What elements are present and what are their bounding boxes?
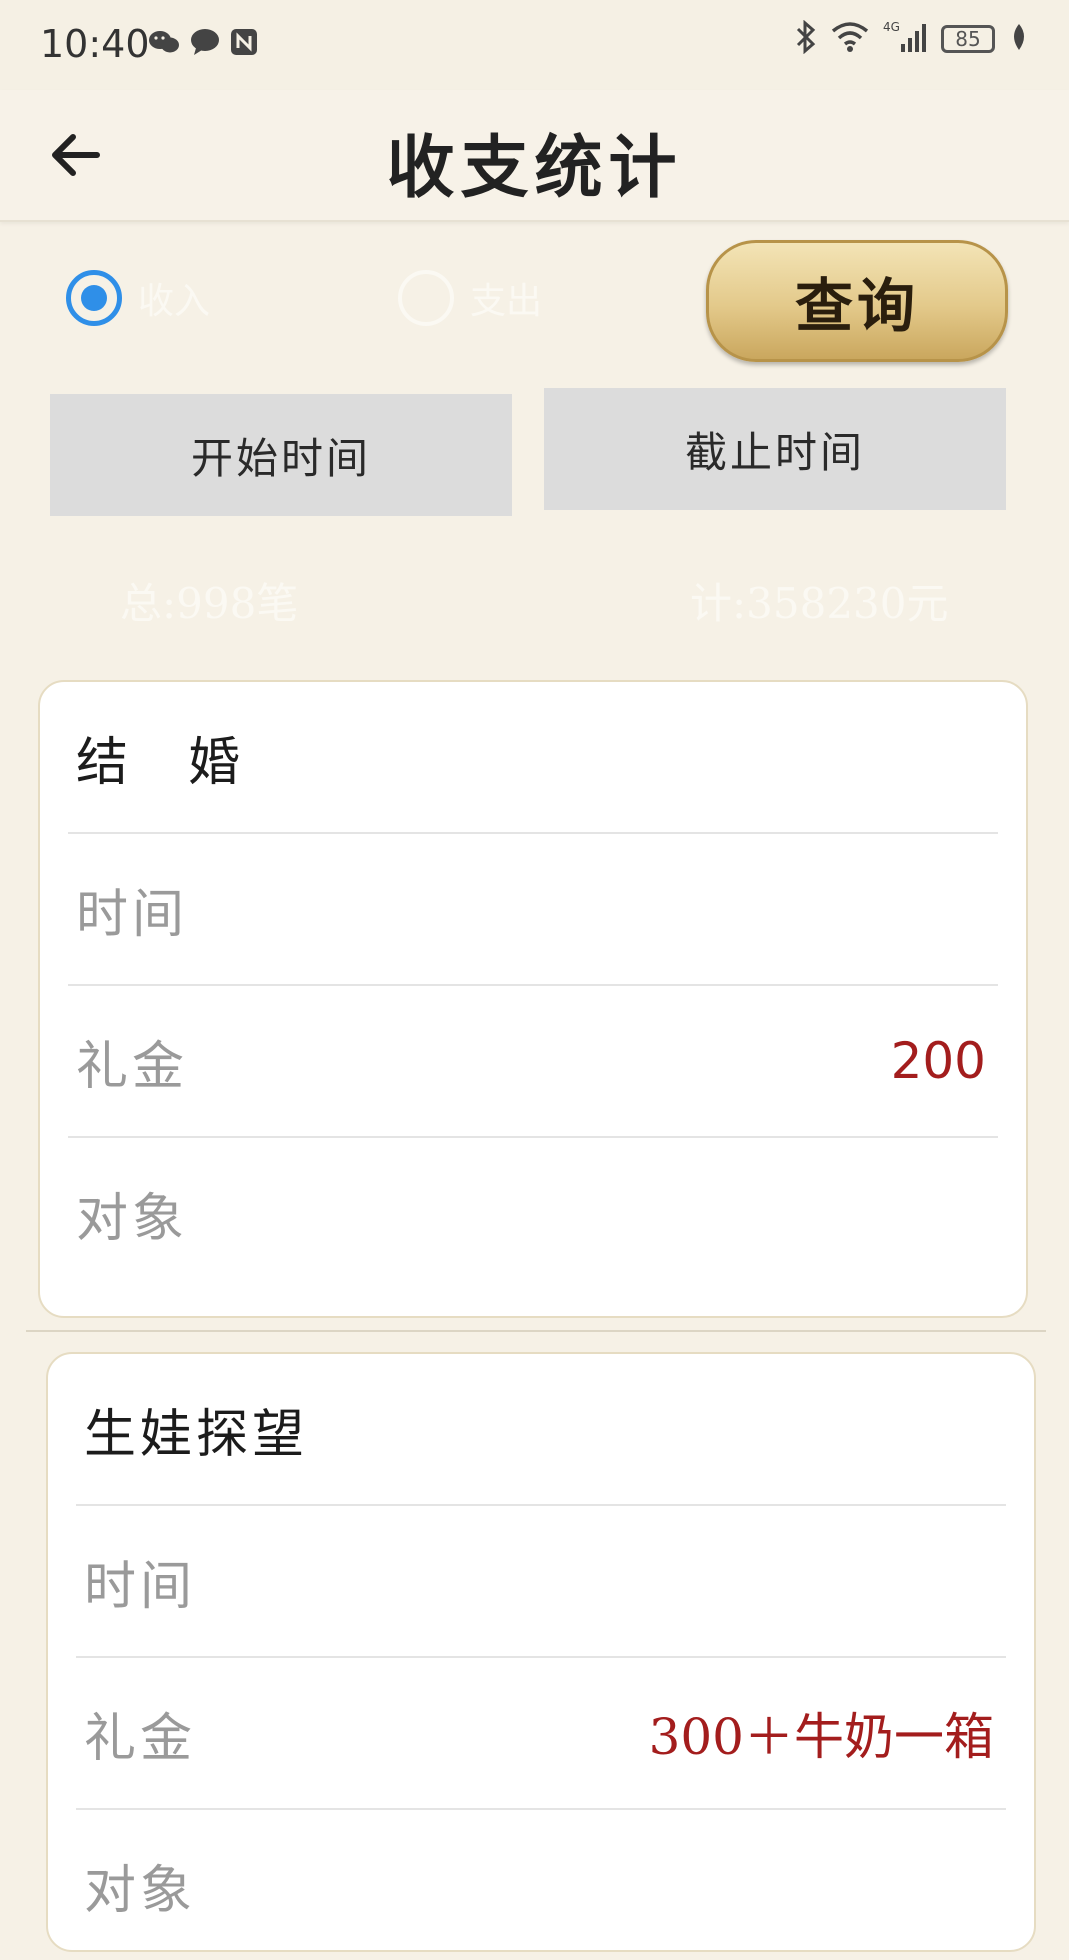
record-gift-row: 礼金 200 xyxy=(68,986,998,1138)
expense-radio[interactable]: 支出 xyxy=(398,270,542,326)
target-label: 对象 xyxy=(84,1860,197,1921)
gift-label: 礼金 xyxy=(76,1036,189,1097)
end-time-button[interactable]: 截止时间 xyxy=(544,388,1006,510)
bluetooth-icon xyxy=(795,19,817,58)
battery-icon: 85 xyxy=(941,25,995,53)
gift-value: 200 xyxy=(890,1032,986,1090)
summary-row: 总:998笔 计:358230元 xyxy=(0,570,1069,640)
target-label: 对象 xyxy=(76,1188,189,1249)
nfc-icon xyxy=(230,28,258,60)
start-time-button[interactable]: 开始时间 xyxy=(50,394,512,516)
status-bar: 10:40 4G 85 xyxy=(0,0,1069,90)
page-title: 收支统计 xyxy=(386,128,683,208)
divider xyxy=(26,1330,1046,1332)
record-title: 生娃探望 xyxy=(84,1404,309,1465)
status-time: 10:40 xyxy=(40,22,150,66)
record-time-row: 时间 xyxy=(76,1506,1006,1658)
signal-icon: 4G xyxy=(883,20,927,58)
income-radio[interactable]: 收入 xyxy=(66,270,210,326)
record-count: 总:998笔 xyxy=(120,579,299,628)
gift-label: 礼金 xyxy=(84,1708,197,1769)
query-button[interactable]: 查询 xyxy=(706,240,1008,362)
svg-text:4G: 4G xyxy=(883,20,900,34)
wechat-icon xyxy=(148,28,180,60)
leaf-icon xyxy=(1009,22,1029,56)
record-target-row: 对象 xyxy=(68,1138,998,1288)
radio-checked-icon xyxy=(66,270,122,326)
record-title: 结 婚 xyxy=(76,732,245,793)
status-left-icons xyxy=(148,28,258,60)
expense-label: 支出 xyxy=(470,281,543,322)
record-card[interactable]: 生娃探望 时间 礼金 300＋牛奶一箱 对象 xyxy=(46,1352,1036,1952)
wifi-icon xyxy=(831,21,869,57)
gift-value: 300＋牛奶一箱 xyxy=(648,1708,994,1766)
record-title-row: 结 婚 xyxy=(68,682,998,834)
record-gift-row: 礼金 300＋牛奶一箱 xyxy=(76,1658,1006,1810)
income-label: 收入 xyxy=(138,281,211,322)
time-label: 时间 xyxy=(84,1556,197,1617)
status-right-icons: 4G 85 xyxy=(795,19,1029,58)
record-target-row: 对象 xyxy=(76,1810,1006,1960)
record-card[interactable]: 结 婚 时间 礼金 200 对象 xyxy=(38,680,1028,1318)
message-icon xyxy=(190,28,220,60)
app-header: 收支统计 xyxy=(0,90,1069,222)
record-title-row: 生娃探望 xyxy=(76,1354,1006,1506)
time-label: 时间 xyxy=(76,884,189,945)
record-time-row: 时间 xyxy=(68,834,998,986)
radio-unchecked-icon xyxy=(398,270,454,326)
total-amount: 计:358230元 xyxy=(690,579,949,628)
